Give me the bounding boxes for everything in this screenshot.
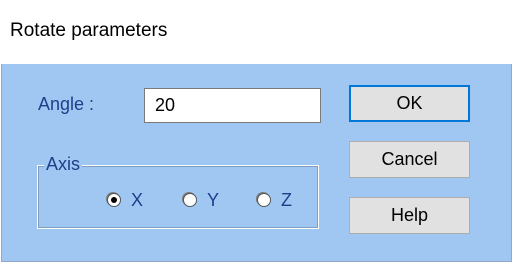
rotate-parameters-dialog: Rotate parameters Angle : 20 OK Cancel H… xyxy=(0,0,512,262)
axis-radio-x-label: X xyxy=(131,189,144,210)
radio-button-icon[interactable] xyxy=(183,193,197,207)
ok-button[interactable]: OK xyxy=(349,85,470,122)
dialog-title: Rotate parameters xyxy=(10,20,168,41)
help-button[interactable]: Help xyxy=(349,197,470,234)
axis-group-label: Axis xyxy=(44,154,83,175)
angle-label: Angle : xyxy=(38,94,95,114)
axis-radio-z[interactable]: Z xyxy=(257,189,292,211)
radio-button-checked-icon[interactable] xyxy=(107,193,121,207)
cancel-button[interactable]: Cancel xyxy=(349,141,470,178)
angle-input[interactable]: 20 xyxy=(144,88,321,123)
axis-radio-y[interactable]: Y xyxy=(183,189,219,211)
axis-radio-z-label: Z xyxy=(281,189,292,210)
axis-radio-x[interactable]: X xyxy=(107,189,143,211)
radio-button-icon[interactable] xyxy=(257,193,271,207)
title-bar: Rotate parameters xyxy=(0,0,512,64)
axis-radio-y-label: Y xyxy=(207,189,220,210)
